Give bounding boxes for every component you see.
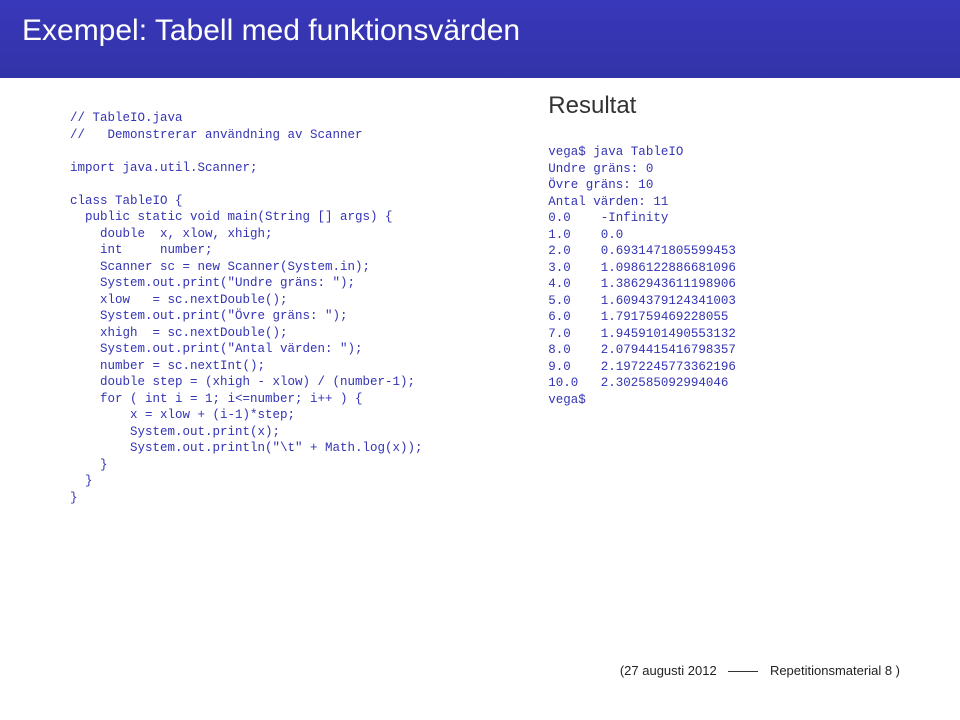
result-heading: Resultat bbox=[548, 92, 920, 120]
java-code-block: // TableIO.java // Demonstrerar användni… bbox=[70, 110, 524, 506]
slide-content: // TableIO.java // Demonstrerar användni… bbox=[0, 78, 960, 506]
footer-separator bbox=[728, 671, 758, 673]
footer-label: Repetitionsmaterial 8 ) bbox=[770, 663, 900, 678]
result-column: Resultat vega$ java TableIO Undre gräns:… bbox=[524, 110, 920, 506]
footer-date: (27 augusti 2012 bbox=[620, 663, 717, 678]
slide-footer: (27 augusti 2012 Repetitionsmaterial 8 ) bbox=[620, 663, 900, 678]
slide-title: Exempel: Tabell med funktionsvärden bbox=[22, 14, 520, 47]
code-column: // TableIO.java // Demonstrerar användni… bbox=[70, 110, 524, 506]
terminal-output: vega$ java TableIO Undre gräns: 0 Övre g… bbox=[548, 144, 920, 408]
slide-header: Exempel: Tabell med funktionsvärden bbox=[0, 0, 960, 78]
